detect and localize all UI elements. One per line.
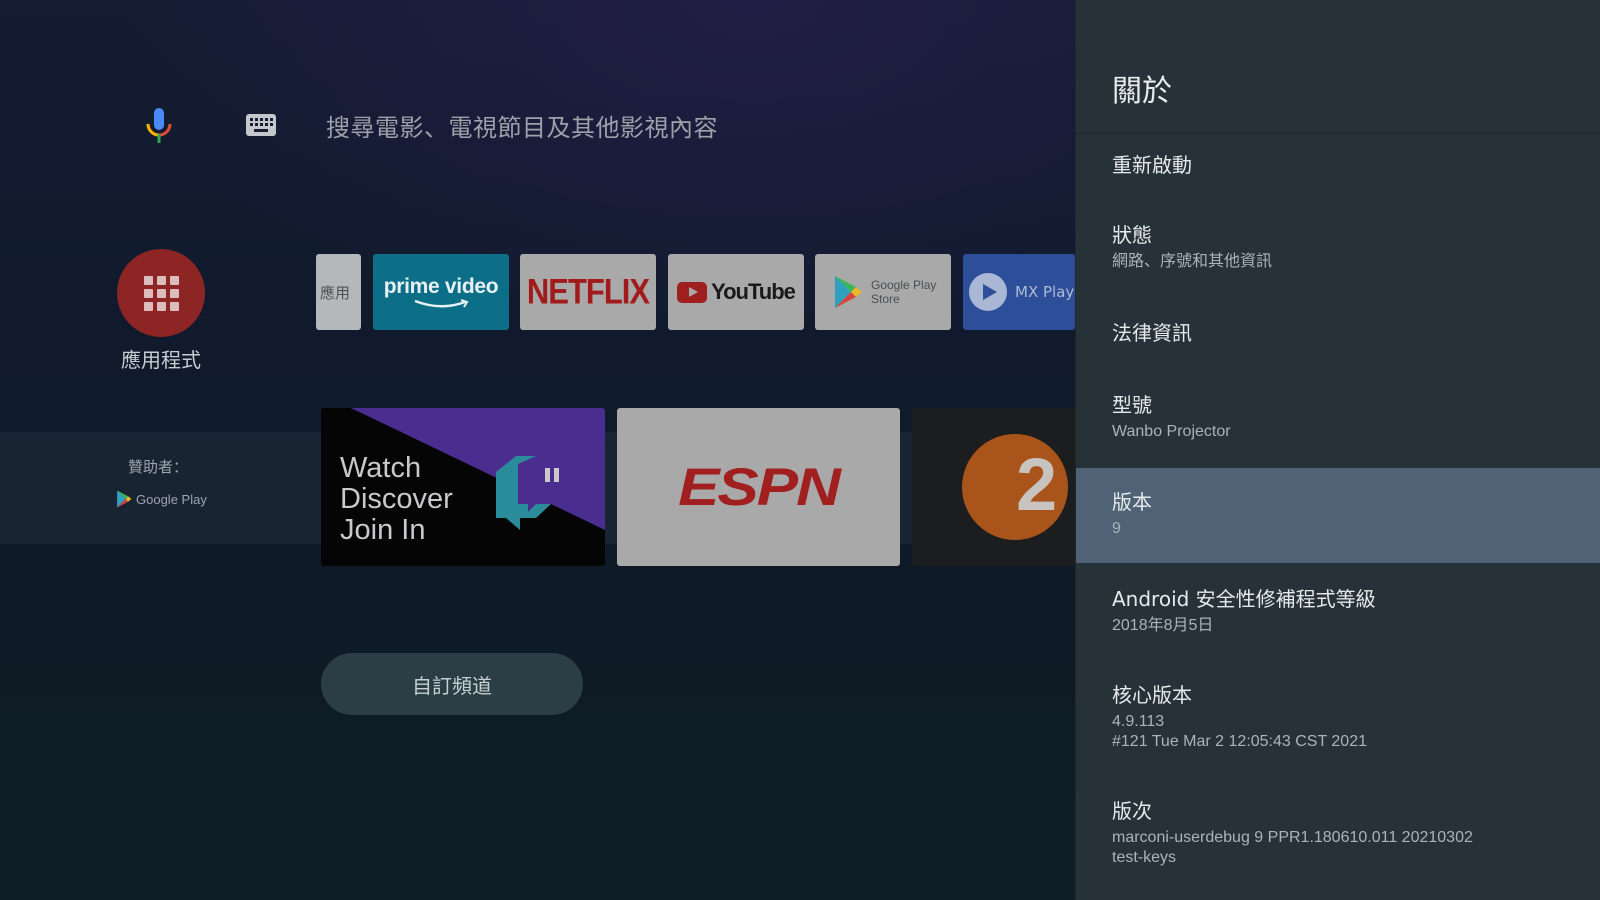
google-play-icon: [835, 276, 862, 308]
settings-item-title: 狀態: [1112, 223, 1152, 247]
settings-item-build[interactable]: 版次 marconi-userdebug 9 PPR1.180610.011 2…: [1076, 798, 1600, 882]
twitch-tagline-line-3: Join In: [340, 514, 426, 546]
settings-item-version[interactable]: 版本 9: [1076, 468, 1600, 563]
twitch-tagline: Watch Discover Join In: [340, 453, 453, 546]
app-tile-netflix[interactable]: NETFLIX: [520, 254, 656, 330]
youtube-logo: YouTube: [677, 279, 796, 305]
settings-item-subtitle-2: #121 Tue Mar 2 12:05:43 CST 2021: [1112, 733, 1367, 750]
settings-item-subtitle: Wanbo Projector: [1112, 423, 1231, 440]
search-placeholder[interactable]: 搜尋電影、電視節目及其他影視內容: [326, 108, 718, 143]
card-number: 2: [1016, 443, 1058, 526]
settings-item-subtitle: 2018年8月5日: [1112, 617, 1214, 634]
home-screen: 搜尋電影、電視節目及其他影視內容 應用程式 應用 prime video NET…: [0, 0, 1075, 900]
twitch-tagline-line-2: Discover: [340, 483, 453, 515]
settings-item-subtitle-2: test-keys: [1112, 849, 1177, 866]
settings-item-title: 重新啟動: [1112, 153, 1192, 177]
app-tile-mx-player[interactable]: MX Playe: [963, 254, 1075, 330]
settings-item-subtitle: marconi-userdebug 9 PPR1.180610.011 2021…: [1112, 829, 1473, 846]
panel-divider: [1076, 132, 1600, 134]
settings-item-title: 型號: [1112, 393, 1152, 417]
apps-label: 應用程式: [121, 348, 201, 372]
google-play-label: Google Play: [871, 278, 937, 292]
settings-about-panel: 關於 重新啟動 狀態 網路、序號和其他資訊 法律資訊 型號 Wanbo Proj…: [1075, 0, 1600, 900]
netflix-logo: NETFLIX: [526, 271, 650, 312]
mic-icon[interactable]: [145, 108, 173, 144]
sponsored-label: 贊助者：: [128, 458, 189, 476]
settings-item-status[interactable]: 狀態 網路、序號和其他資訊: [1076, 222, 1600, 292]
settings-item-legal[interactable]: 法律資訊: [1076, 320, 1600, 378]
keyboard-icon[interactable]: [246, 114, 276, 136]
settings-item-title: Android 安全性修補程式等級: [1112, 587, 1376, 611]
settings-item-kernel-version[interactable]: 核心版本 4.9.113 #121 Tue Mar 2 12:05:43 CST…: [1076, 682, 1600, 766]
app-tile-youtube[interactable]: YouTube: [668, 254, 804, 330]
settings-item-title: 核心版本: [1112, 683, 1192, 707]
google-play-small-icon: [117, 490, 132, 508]
settings-item-subtitle: 9: [1112, 520, 1121, 537]
customize-channels-label: 自訂頻道: [412, 673, 492, 698]
mx-player-label: MX Playe: [1015, 283, 1075, 301]
card-twitch[interactable]: Watch Discover Join In: [321, 408, 605, 566]
settings-item-subtitle: 網路、序號和其他資訊: [1112, 253, 1273, 270]
panel-title: 關於: [1112, 74, 1172, 109]
app-tile-google-play-store[interactable]: Google Play Store: [815, 254, 951, 330]
youtube-wordmark: YouTube: [711, 279, 796, 304]
prime-video-logo: prime video: [383, 275, 499, 298]
settings-item-title: 法律資訊: [1112, 321, 1192, 345]
store-label: Store: [871, 292, 900, 306]
app-tile-prime-video[interactable]: prime video: [373, 254, 509, 330]
prime-smile-icon: [414, 299, 469, 308]
settings-item-model[interactable]: 型號 Wanbo Projector: [1076, 392, 1600, 452]
app-tile-partial-label: 應用: [320, 283, 351, 302]
mx-player-play-icon: [969, 273, 1007, 311]
twitch-tagline-line-1: Watch: [340, 452, 422, 484]
customize-channels-button[interactable]: 自訂頻道: [321, 653, 583, 715]
apps-button[interactable]: [117, 249, 205, 337]
card-partial-third[interactable]: 2: [912, 408, 1075, 566]
settings-item-title: 版次: [1112, 799, 1152, 823]
settings-item-security-patch[interactable]: Android 安全性修補程式等級 2018年8月5日: [1076, 586, 1600, 650]
card-espn[interactable]: ESPN: [617, 408, 900, 566]
settings-item-title: 版本: [1112, 490, 1152, 514]
apps-grid-icon: [143, 275, 179, 311]
youtube-play-icon: [677, 281, 708, 303]
app-tile-partial[interactable]: 應用: [316, 254, 361, 330]
settings-item-restart[interactable]: 重新啟動: [1076, 152, 1600, 210]
settings-item-subtitle: 4.9.113: [1112, 713, 1165, 730]
sponsored-source: Google Play: [116, 490, 207, 508]
espn-logo: ESPN: [678, 457, 841, 517]
sponsored-source-label: Google Play: [136, 491, 207, 507]
